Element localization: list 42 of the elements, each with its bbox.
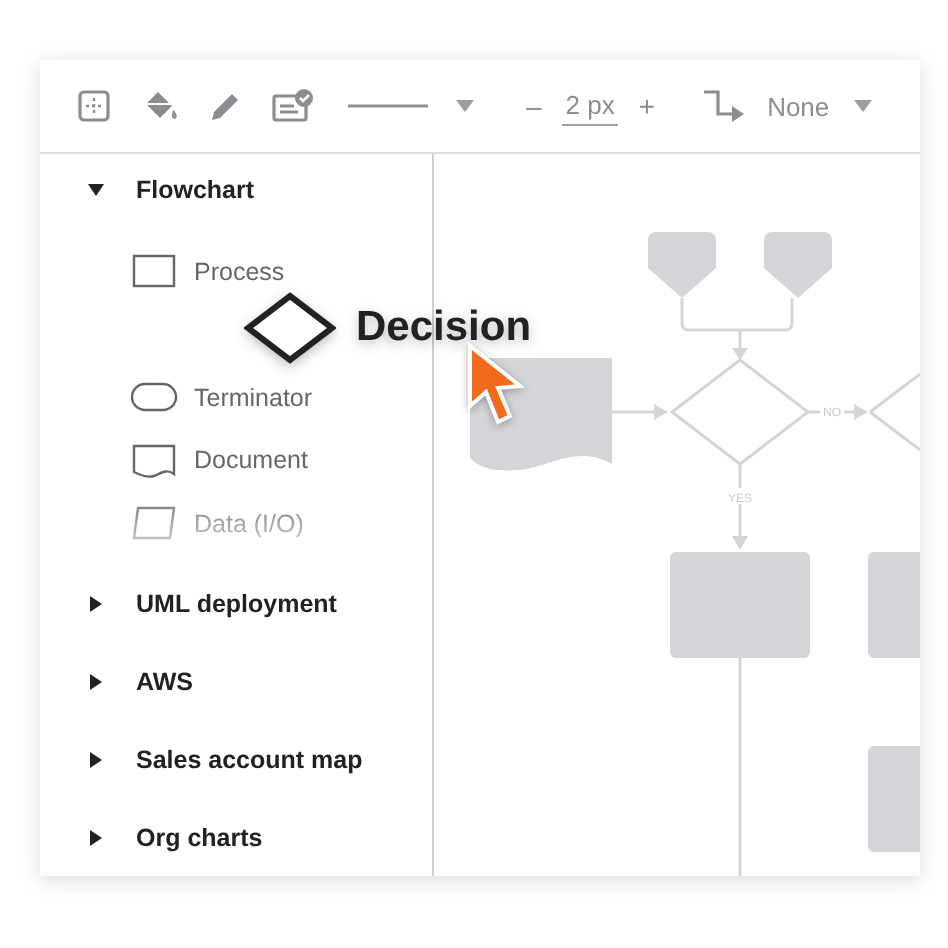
caret-icon[interactable] [853, 100, 872, 112]
expand-arrow-icon[interactable] [88, 830, 104, 846]
process-shape [868, 552, 920, 658]
category-title[interactable]: Org charts [136, 824, 263, 852]
connector-arrow-icon[interactable] [699, 86, 748, 126]
shape-label[interactable]: Document [194, 446, 308, 475]
increase-button[interactable]: + [630, 90, 664, 122]
decision-shape [868, 372, 920, 452]
caret-icon[interactable] [456, 100, 474, 112]
decrease-button[interactable]: – [518, 90, 550, 122]
shape-label[interactable]: Process [194, 257, 285, 286]
line-style-icon[interactable] [348, 102, 428, 110]
rectangle-icon[interactable] [130, 254, 178, 289]
line-width-field[interactable]: 2 px [561, 86, 619, 126]
merge-shape [648, 232, 716, 298]
category-title[interactable]: UML deployment [136, 590, 337, 618]
card-check-icon[interactable] [272, 88, 316, 124]
expand-arrow-icon[interactable] [88, 674, 104, 690]
connector-arrow [808, 404, 868, 420]
diamond-icon[interactable] [244, 291, 336, 363]
expand-arrow-icon[interactable] [88, 752, 104, 768]
expand-arrow-icon[interactable] [88, 182, 104, 198]
rounded-rectangle-icon[interactable] [130, 382, 178, 413]
pencil-icon[interactable] [208, 88, 244, 124]
merge-shape [764, 232, 832, 298]
dragged-shape-label: Decision [356, 303, 532, 351]
arrow-style-dropdown[interactable]: None [767, 91, 830, 121]
category-title[interactable]: Sales account map [136, 746, 363, 774]
parallelogram-icon[interactable] [130, 506, 178, 541]
grid-icon[interactable] [76, 88, 112, 124]
connector-arrow [612, 404, 668, 420]
paint-bucket-icon[interactable] [140, 88, 180, 124]
connector-arrow [680, 296, 794, 360]
shape-label[interactable]: Terminator [194, 383, 313, 412]
document-shape-icon[interactable] [130, 443, 178, 478]
expand-arrow-icon[interactable] [88, 596, 104, 612]
decision-shape [669, 358, 811, 466]
category-title[interactable]: Flowchart [136, 176, 255, 204]
category-title[interactable]: AWS [136, 668, 193, 696]
connector-arrow [732, 464, 748, 550]
process-shape [868, 746, 920, 852]
process-shape [670, 552, 810, 658]
